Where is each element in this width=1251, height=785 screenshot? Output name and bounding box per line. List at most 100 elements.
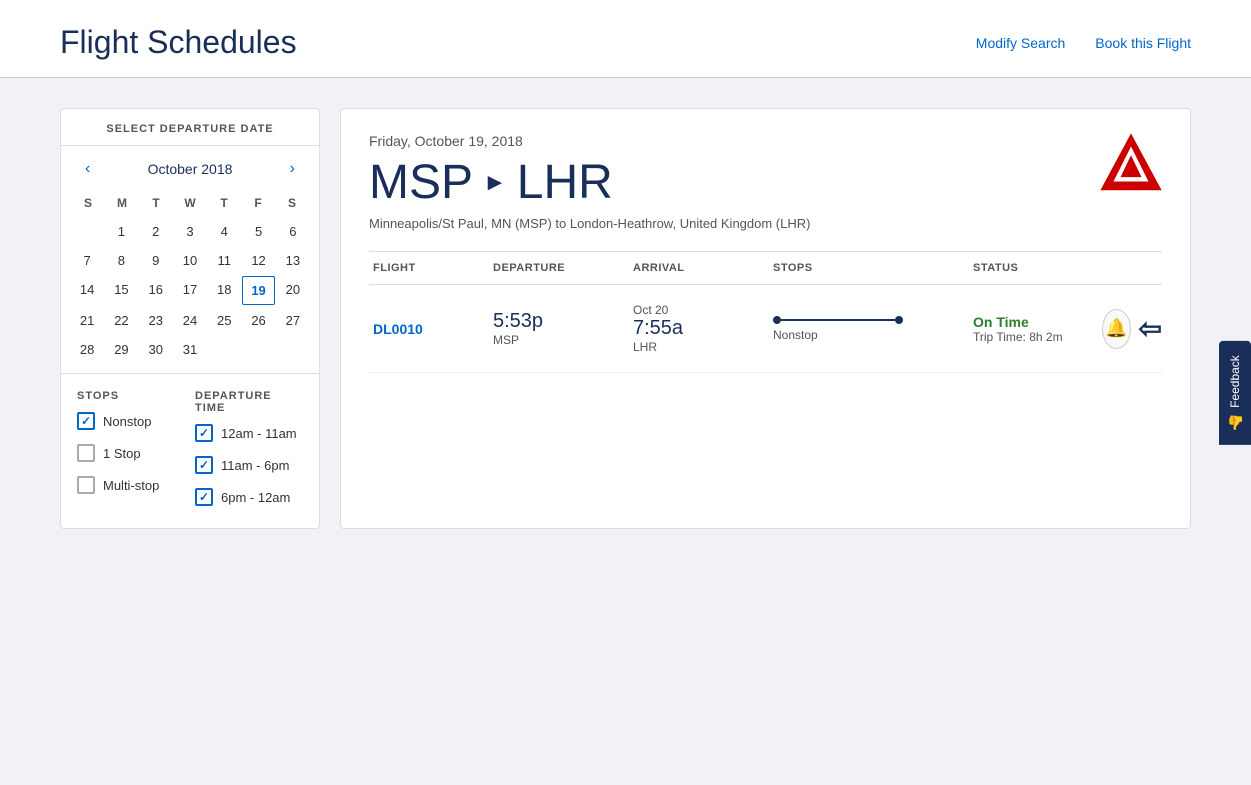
cal-header-f: F [241,192,275,214]
filter-section: STOPS Nonstop 1 Stop Multi-stop DEPARTUR… [61,373,319,528]
flight-number[interactable]: DL0010 [369,321,489,337]
col-status: STATUS [969,262,1102,274]
cal-day-8[interactable]: 8 [105,247,137,274]
cal-day-29[interactable]: 29 [105,336,137,363]
cal-day-empty3 [242,336,274,363]
cal-day-20[interactable]: 20 [277,276,309,305]
cal-day-27[interactable]: 27 [277,307,309,334]
cal-day-16[interactable]: 16 [140,276,172,305]
cal-day-empty [71,218,103,245]
cal-day-11[interactable]: 11 [208,247,240,274]
feedback-label: Feedback [1228,355,1242,408]
cal-day-7[interactable]: 7 [71,247,103,274]
cal-day-31[interactable]: 31 [174,336,206,363]
cal-header-t2: T [207,192,241,214]
nonstop-checkbox[interactable] [77,412,95,430]
alert-cell: 🔔 ⇦ [1102,309,1162,349]
cal-day-21[interactable]: 21 [71,307,103,334]
destination-code: LHR [517,155,613,210]
next-month-button[interactable]: › [282,156,303,182]
cal-day-5[interactable]: 5 [242,218,274,245]
flight-route: MSP ► LHR [369,155,1162,210]
cal-day-18[interactable]: 18 [208,276,240,305]
cal-day-24[interactable]: 24 [174,307,206,334]
cal-day-28[interactable]: 28 [71,336,103,363]
stops-line-bar [781,319,895,321]
cal-day-14[interactable]: 14 [71,276,103,305]
filter-multistop: Multi-stop [77,476,185,494]
main-content: SELECT DEPARTURE DATE ‹ October 2018 › S… [0,78,1251,559]
multistop-checkbox[interactable] [77,476,95,494]
sidebar: SELECT DEPARTURE DATE ‹ October 2018 › S… [60,108,320,529]
stops-filter: STOPS Nonstop 1 Stop Multi-stop [77,390,185,520]
header-actions: Modify Search Book this Flight [976,35,1191,51]
11am-label: 11am - 6pm [221,458,289,473]
12am-checkbox[interactable] [195,424,213,442]
departure-time-label: DEPARTURE TIME [195,390,303,414]
feedback-tab[interactable]: 👍 Feedback [1219,341,1251,445]
arrival-info: Oct 20 7:55a LHR [629,303,769,354]
calendar-month: October 2018 [148,161,233,177]
6pm-checkbox[interactable] [195,488,213,506]
departure-time: 5:53p [493,310,625,333]
cal-day-4[interactable]: 4 [208,218,240,245]
modify-search-link[interactable]: Modify Search [976,35,1065,51]
departure-airport: MSP [493,333,625,347]
6pm-label: 6pm - 12am [221,490,290,505]
cal-day-23[interactable]: 23 [140,307,172,334]
nonstop-label: Nonstop [103,414,151,429]
page-title: Flight Schedules [60,24,297,61]
stops-dot-right [895,316,903,324]
stops-label: STOPS [77,390,185,402]
cal-day-12[interactable]: 12 [242,247,274,274]
departure-info: 5:53p MSP [489,310,629,347]
cal-day-3[interactable]: 3 [174,218,206,245]
filter-6pm-12am: 6pm - 12am [195,488,303,506]
col-flight: FLIGHT [369,262,489,274]
flight-row: DL0010 5:53p MSP Oct 20 7:55a LHR Nonsto… [369,285,1162,373]
filter-1stop: 1 Stop [77,444,185,462]
cal-day-empty2 [208,336,240,363]
cal-header-s1: S [71,192,105,214]
flight-table-header: FLIGHT DEPARTURE ARRIVAL STOPS STATUS [369,251,1162,285]
col-departure: DEPARTURE [489,262,629,274]
filter-11am-6pm: 11am - 6pm [195,456,303,474]
stops-dot-left [773,316,781,324]
cal-day-1[interactable]: 1 [105,218,137,245]
calendar-section-title: SELECT DEPARTURE DATE [61,109,319,146]
multistop-label: Multi-stop [103,478,159,493]
cal-day-empty4 [277,336,309,363]
11am-checkbox[interactable] [195,456,213,474]
arrival-airport: LHR [633,340,765,354]
arrival-time: 7:55a [633,317,765,340]
filter-nonstop: Nonstop [77,412,185,430]
results-panel: Friday, October 19, 2018 MSP ► LHR Minne… [340,108,1191,529]
cal-day-22[interactable]: 22 [105,307,137,334]
1stop-checkbox[interactable] [77,444,95,462]
cal-day-26[interactable]: 26 [242,307,274,334]
cal-day-13[interactable]: 13 [277,247,309,274]
cal-header-m: M [105,192,139,214]
cal-day-10[interactable]: 10 [174,247,206,274]
trip-time: Trip Time: 8h 2m [973,330,1098,344]
cal-day-30[interactable]: 30 [140,336,172,363]
cal-day-17[interactable]: 17 [174,276,206,305]
calendar-grid: S M T W T F S 1 2 3 4 5 6 7 8 9 [61,192,319,373]
cal-day-2[interactable]: 2 [140,218,172,245]
alert-bell-button[interactable]: 🔔 [1102,309,1131,349]
stops-cell: Nonstop [769,316,969,342]
origin-code: MSP [369,155,473,210]
cal-day-6[interactable]: 6 [277,218,309,245]
col-arrival: ARRIVAL [629,262,769,274]
cal-day-25[interactable]: 25 [208,307,240,334]
filter-12am-11am: 12am - 11am [195,424,303,442]
book-flight-link[interactable]: Book this Flight [1095,35,1191,51]
arrival-date: Oct 20 [633,303,765,317]
cal-day-9[interactable]: 9 [140,247,172,274]
col-stops: STOPS [769,262,969,274]
cal-day-15[interactable]: 15 [105,276,137,305]
cal-day-19[interactable]: 19 [242,276,274,305]
calendar-days: 1 2 3 4 5 6 7 8 9 10 11 12 13 14 15 16 1… [71,218,309,363]
col-alert [1102,262,1162,274]
prev-month-button[interactable]: ‹ [77,156,98,182]
